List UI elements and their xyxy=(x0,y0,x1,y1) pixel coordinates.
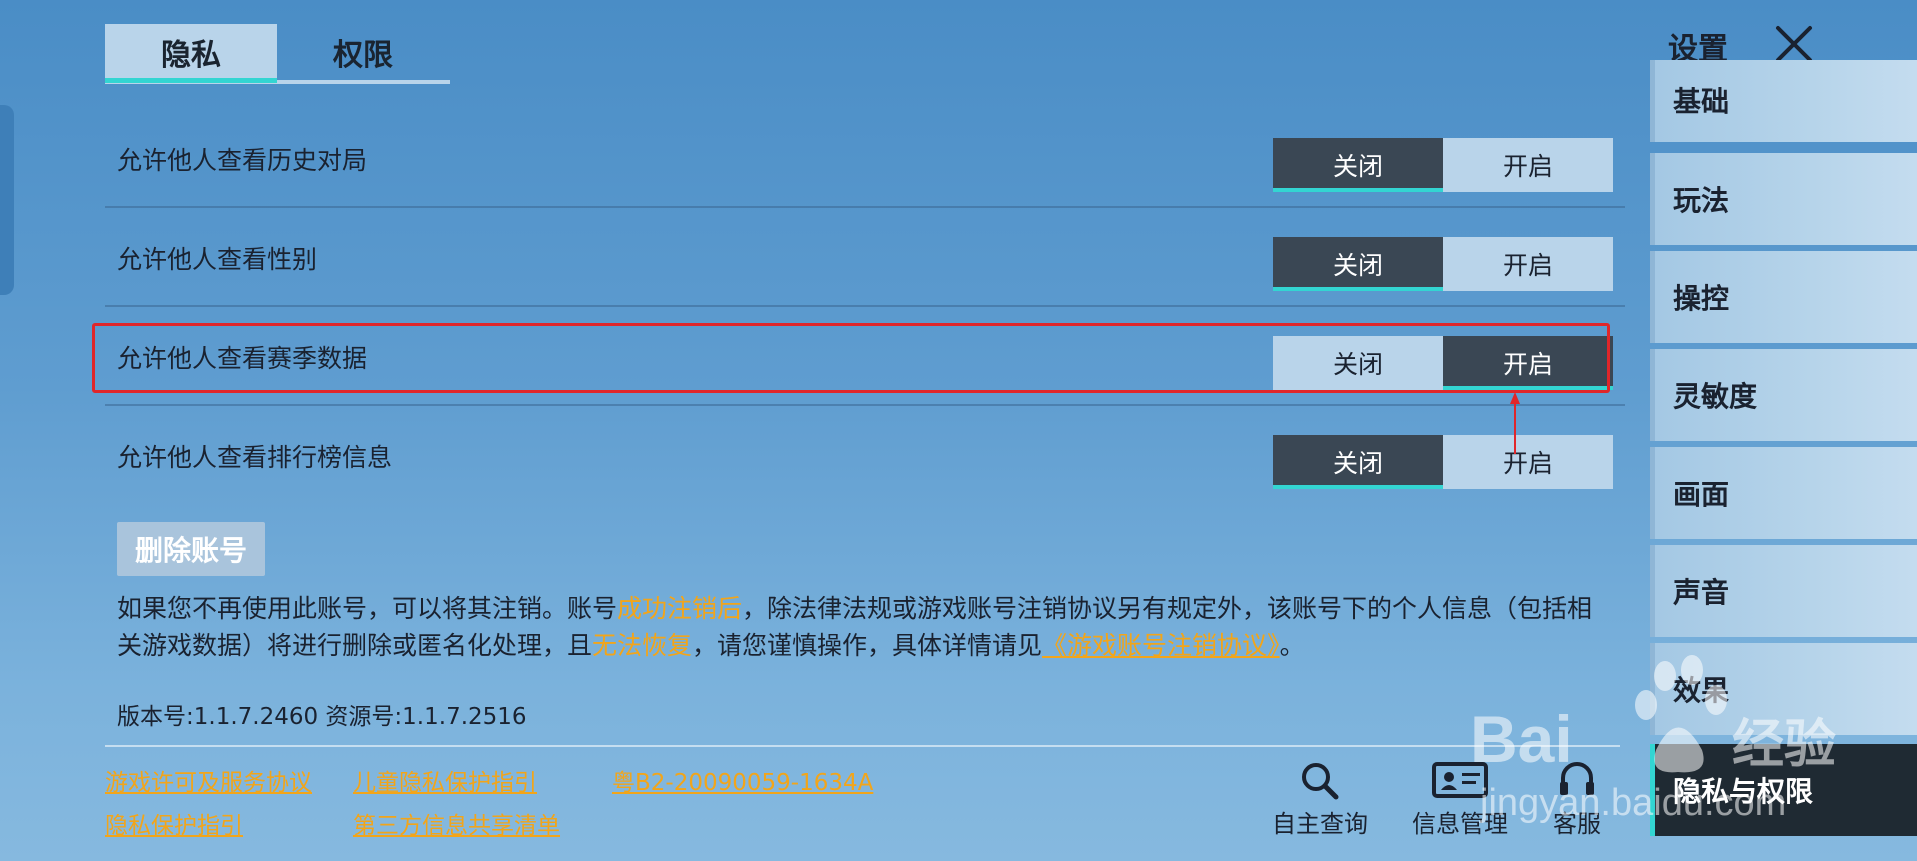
desc-highlight: 无法恢复 xyxy=(592,631,693,660)
search-icon xyxy=(1302,763,1339,800)
delete-account-button[interactable]: 删除账号 xyxy=(117,522,265,576)
sidebar-item-gameplay[interactable]: 玩法 xyxy=(1650,153,1917,245)
third-party-sharing-link[interactable]: 第三方信息共享清单 xyxy=(353,806,560,840)
annotation-arrow-icon xyxy=(1510,392,1520,454)
service-agreement-link[interactable]: 游戏许可及服务协议 xyxy=(105,763,312,797)
desc-text: 如果您不再使用此账号，可以将其注销。账号 xyxy=(117,594,618,623)
toggle-leaderboard: 关闭 开启 xyxy=(1273,435,1613,489)
annotation-highlight-box xyxy=(92,323,1610,393)
toggle-history: 关闭 开启 xyxy=(1273,138,1613,192)
setting-row-leaderboard: 允许他人查看排行榜信息 关闭 开启 xyxy=(105,407,1625,505)
version-info: 版本号:1.1.7.2460 资源号:1.1.7.2516 xyxy=(117,704,527,730)
desc-highlight: 成功注销后 xyxy=(617,594,743,623)
delete-account-description: 如果您不再使用此账号，可以将其注销。账号成功注销后，除法律法规或游戏账号注销协议… xyxy=(117,590,1617,664)
toggle-on-button[interactable]: 开启 xyxy=(1443,237,1613,291)
sidebar-item-sensitivity[interactable]: 灵敏度 xyxy=(1650,349,1917,441)
row-divider xyxy=(105,206,1625,208)
tab-privacy[interactable]: 隐私 xyxy=(105,24,277,80)
row-label: 允许他人查看历史对局 xyxy=(117,146,368,175)
row-divider xyxy=(105,305,1625,307)
toggle-off-button[interactable]: 关闭 xyxy=(1273,237,1443,291)
sidebar-item-graphics[interactable]: 画面 xyxy=(1650,447,1917,539)
cancellation-agreement-link[interactable]: 《游戏账号注销协议》 xyxy=(1042,631,1280,660)
children-privacy-link[interactable]: 儿童隐私保护指引 xyxy=(353,763,537,797)
toggle-gender: 关闭 开启 xyxy=(1273,237,1613,291)
setting-row-history: 允许他人查看历史对局 关闭 开启 xyxy=(105,110,1625,208)
tab-active-indicator xyxy=(105,78,277,83)
desc-text: ，请您谨慎操作，具体详情请见 xyxy=(692,631,1043,660)
side-pull-tab[interactable] xyxy=(0,105,14,295)
sidebar-item-controls[interactable]: 操控 xyxy=(1650,251,1917,343)
toggle-on-button[interactable]: 开启 xyxy=(1443,435,1613,489)
toggle-off-button[interactable]: 关闭 xyxy=(1273,138,1443,192)
privacy-guide-link[interactable]: 隐私保护指引 xyxy=(105,806,243,840)
watermark-url: jingyan.baidu.com xyxy=(1479,782,1786,824)
self-query-button[interactable]: 自主查询 xyxy=(1272,760,1368,839)
sidebar-item-sound[interactable]: 声音 xyxy=(1650,545,1917,637)
toggle-on-button[interactable]: 开启 xyxy=(1443,138,1613,192)
watermark-brand-cn: 经验 xyxy=(1732,715,1836,775)
watermark-brand: Bai xyxy=(1470,702,1573,776)
row-divider xyxy=(105,404,1625,406)
desc-text: 。 xyxy=(1279,631,1305,660)
setting-row-gender: 允许他人查看性别 关闭 开启 xyxy=(105,209,1625,307)
tab-permissions[interactable]: 权限 xyxy=(277,24,449,80)
tab-bar: 隐私 权限 xyxy=(105,24,450,84)
footer-divider xyxy=(105,745,1620,747)
icp-license-link[interactable]: 粤B2-20090059-1634A xyxy=(612,763,873,797)
row-label: 允许他人查看排行榜信息 xyxy=(117,443,393,472)
self-query-label: 自主查询 xyxy=(1272,810,1368,838)
sidebar-item-basic[interactable]: 基础 xyxy=(1650,60,1917,142)
toggle-off-button[interactable]: 关闭 xyxy=(1273,435,1443,489)
row-label: 允许他人查看性别 xyxy=(117,245,318,274)
baidu-jingyan-watermark: Bai 经验 jingyan.baidu.com xyxy=(1470,655,1836,824)
